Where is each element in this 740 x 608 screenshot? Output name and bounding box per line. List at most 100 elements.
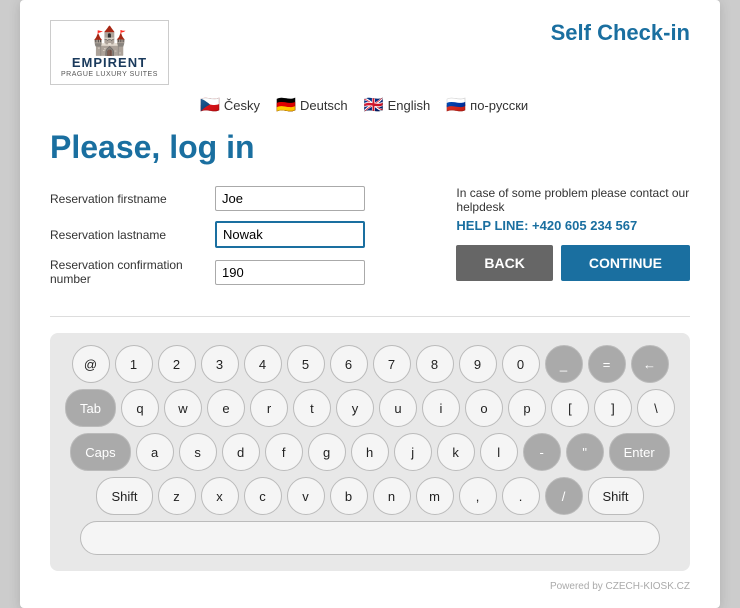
confirmation-input[interactable] <box>215 260 365 285</box>
keyboard-spacebar-row <box>60 521 680 555</box>
key-caps[interactable]: Caps <box>70 433 130 471</box>
key-0[interactable]: 0 <box>502 345 540 383</box>
russian-label: по-русски <box>470 98 528 113</box>
key-z[interactable]: z <box>158 477 196 515</box>
brand-name: EMPIRENT <box>72 55 147 70</box>
lang-czech[interactable]: 🇨🇿 Česky <box>200 95 260 115</box>
key-v[interactable]: v <box>287 477 325 515</box>
key-f[interactable]: f <box>265 433 303 471</box>
key-2[interactable]: 2 <box>158 345 196 383</box>
key-p[interactable]: p <box>508 389 546 427</box>
form-section: Reservation firstname Reservation lastna… <box>50 186 690 296</box>
key-dash[interactable]: - <box>523 433 561 471</box>
language-bar: 🇨🇿 Česky 🇩🇪 Deutsch 🇬🇧 English 🇷🇺 по-рус… <box>200 95 690 115</box>
key-tab[interactable]: Tab <box>65 389 116 427</box>
key-g[interactable]: g <box>308 433 346 471</box>
key-bracket-close[interactable]: ] <box>594 389 632 427</box>
czech-flag-icon: 🇨🇿 <box>200 95 220 115</box>
key-5[interactable]: 5 <box>287 345 325 383</box>
form-fields: Reservation firstname Reservation lastna… <box>50 186 426 296</box>
lang-russian[interactable]: 🇷🇺 по-русски <box>446 95 528 115</box>
back-button[interactable]: BACK <box>456 245 552 281</box>
keyboard-row-3: Caps a s d f g h j k l - " Enter <box>60 433 680 471</box>
firstname-input[interactable] <box>215 186 365 211</box>
help-section: In case of some problem please contact o… <box>456 186 690 296</box>
key-shift-right[interactable]: Shift <box>588 477 644 515</box>
key-c[interactable]: c <box>244 477 282 515</box>
help-line: HELP LINE: +420 605 234 567 <box>456 218 690 233</box>
key-6[interactable]: 6 <box>330 345 368 383</box>
lang-deutsch[interactable]: 🇩🇪 Deutsch <box>276 95 348 115</box>
deutsch-label: Deutsch <box>300 98 348 113</box>
castle-icon: 🏰 <box>92 27 127 55</box>
key-r[interactable]: r <box>250 389 288 427</box>
key-i[interactable]: i <box>422 389 460 427</box>
key-quote[interactable]: " <box>566 433 604 471</box>
divider <box>50 316 690 317</box>
key-k[interactable]: k <box>437 433 475 471</box>
key-d[interactable]: d <box>222 433 260 471</box>
logo-area: 🏰 EMPIRENT PRAGUE LUXURY SUITES <box>50 20 169 85</box>
key-y[interactable]: y <box>336 389 374 427</box>
button-row: BACK CONTINUE <box>456 245 690 281</box>
keyboard: @ 1 2 3 4 5 6 7 8 9 0 _ = ← Tab q w e r … <box>50 333 690 571</box>
page-title: Please, log in <box>50 129 690 166</box>
key-o[interactable]: o <box>465 389 503 427</box>
russian-flag-icon: 🇷🇺 <box>446 95 466 115</box>
key-m[interactable]: m <box>416 477 454 515</box>
keyboard-row-4: Shift z x c v b n m , . / Shift <box>60 477 680 515</box>
key-9[interactable]: 9 <box>459 345 497 383</box>
key-backspace[interactable]: ← <box>631 345 669 383</box>
key-1[interactable]: 1 <box>115 345 153 383</box>
key-at[interactable]: @ <box>72 345 110 383</box>
key-backslash[interactable]: \ <box>637 389 675 427</box>
key-space[interactable] <box>80 521 660 555</box>
lastname-label: Reservation lastname <box>50 228 215 242</box>
key-h[interactable]: h <box>351 433 389 471</box>
firstname-row: Reservation firstname <box>50 186 426 211</box>
key-s[interactable]: s <box>179 433 217 471</box>
key-t[interactable]: t <box>293 389 331 427</box>
key-underscore[interactable]: _ <box>545 345 583 383</box>
key-4[interactable]: 4 <box>244 345 282 383</box>
key-u[interactable]: u <box>379 389 417 427</box>
self-checkin-title: Self Check-in <box>551 20 690 46</box>
key-bracket-open[interactable]: [ <box>551 389 589 427</box>
key-w[interactable]: w <box>164 389 202 427</box>
lastname-input[interactable] <box>215 221 365 248</box>
brand-sub: PRAGUE LUXURY SUITES <box>61 71 158 78</box>
key-3[interactable]: 3 <box>201 345 239 383</box>
confirmation-row: Reservation confirmation number <box>50 258 426 286</box>
key-b[interactable]: b <box>330 477 368 515</box>
key-equals[interactable]: = <box>588 345 626 383</box>
key-enter[interactable]: Enter <box>609 433 670 471</box>
lastname-row: Reservation lastname <box>50 221 426 248</box>
help-text: In case of some problem please contact o… <box>456 186 690 214</box>
key-period[interactable]: . <box>502 477 540 515</box>
lang-english[interactable]: 🇬🇧 English <box>364 95 431 115</box>
logo-box: 🏰 EMPIRENT PRAGUE LUXURY SUITES <box>50 20 169 85</box>
firstname-label: Reservation firstname <box>50 192 215 206</box>
key-n[interactable]: n <box>373 477 411 515</box>
key-a[interactable]: a <box>136 433 174 471</box>
continue-button[interactable]: CONTINUE <box>561 245 690 281</box>
key-q[interactable]: q <box>121 389 159 427</box>
keyboard-row-1: @ 1 2 3 4 5 6 7 8 9 0 _ = ← <box>60 345 680 383</box>
uk-flag-icon: 🇬🇧 <box>364 95 384 115</box>
key-shift-left[interactable]: Shift <box>96 477 152 515</box>
main-container: 🏰 EMPIRENT PRAGUE LUXURY SUITES Self Che… <box>20 0 720 608</box>
keyboard-row-2: Tab q w e r t y u i o p [ ] \ <box>60 389 680 427</box>
key-j[interactable]: j <box>394 433 432 471</box>
czech-label: Česky <box>224 98 260 113</box>
key-slash[interactable]: / <box>545 477 583 515</box>
key-x[interactable]: x <box>201 477 239 515</box>
confirmation-label: Reservation confirmation number <box>50 258 215 286</box>
key-l[interactable]: l <box>480 433 518 471</box>
footer: Powered by CZECH-KIOSK.CZ <box>50 581 690 592</box>
key-7[interactable]: 7 <box>373 345 411 383</box>
english-label: English <box>388 98 431 113</box>
key-e[interactable]: e <box>207 389 245 427</box>
key-comma[interactable]: , <box>459 477 497 515</box>
header: 🏰 EMPIRENT PRAGUE LUXURY SUITES Self Che… <box>50 20 690 85</box>
key-8[interactable]: 8 <box>416 345 454 383</box>
